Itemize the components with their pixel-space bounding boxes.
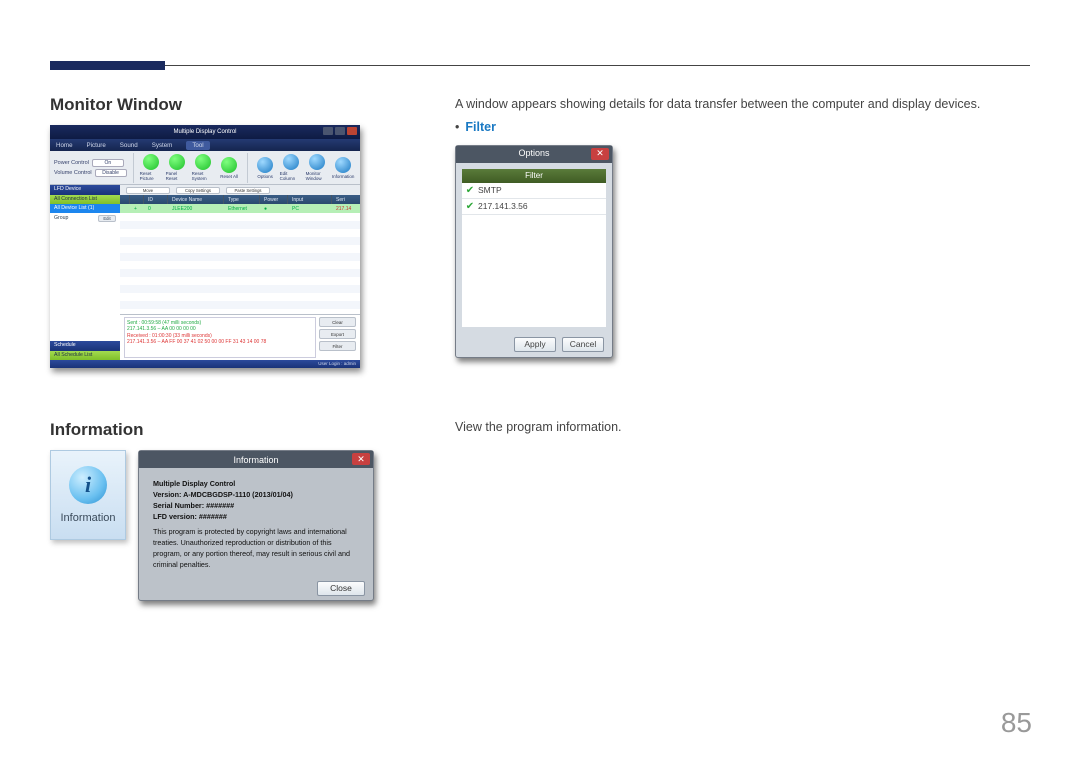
- filter-row[interactable]: ✔ SMTP: [462, 183, 606, 199]
- heading-monitor-window: Monitor Window: [50, 95, 410, 115]
- sidebar-all-connection[interactable]: All Connection List: [50, 195, 120, 204]
- mdc-menubar: Home Picture Sound System Tool: [50, 139, 360, 151]
- filter-bullet-label: Filter: [465, 120, 496, 134]
- tb-options[interactable]: Options: [254, 154, 277, 182]
- filter-bullet: •Filter: [455, 118, 1030, 137]
- mdc-toolbar: Power ControlOn Volume ControlDisable Re…: [50, 151, 360, 185]
- monitor-clear-button[interactable]: Clear: [319, 317, 356, 327]
- grid-copy-button[interactable]: Copy Settings: [176, 187, 220, 194]
- power-control-value[interactable]: On: [92, 159, 124, 167]
- info-serial: Serial Number: #######: [153, 501, 234, 510]
- table-row[interactable]: +0 JLEE200Ethernet● PC217.14: [120, 204, 360, 213]
- grid-move-button[interactable]: Move: [126, 187, 170, 194]
- mdc-title: Multiple Display Control: [173, 129, 236, 135]
- information-dialog: Information ✕ Multiple Display Control V…: [138, 450, 374, 601]
- filter-row[interactable]: ✔ 217.141.3.56: [462, 199, 606, 215]
- close-icon[interactable]: ✕: [591, 148, 609, 160]
- tb-reset-picture[interactable]: Reset Picture: [140, 154, 163, 182]
- page-number: 85: [1001, 707, 1032, 739]
- mdc-window: Multiple Display Control Home Picture So…: [50, 125, 360, 368]
- status-bar: User Login : admin: [50, 360, 360, 368]
- tb-panel-reset[interactable]: Panel Reset: [166, 154, 189, 182]
- sidebar-group-label: Group: [54, 215, 68, 221]
- info-version: Version: A-MDCBGDSP-1110 (2013/01/04): [153, 490, 293, 499]
- tb-reset-system[interactable]: Reset System: [192, 154, 215, 182]
- information-description: View the program information.: [455, 420, 1030, 434]
- minimize-button[interactable]: [323, 127, 333, 135]
- page-header-rule: [50, 65, 1030, 66]
- close-button[interactable]: Close: [317, 581, 365, 596]
- options-dialog: Options ✕ Filter ✔ SMTP ✔ 217.141.3.56 A…: [455, 145, 613, 358]
- tab-sound[interactable]: Sound: [120, 142, 138, 149]
- options-title: Options: [518, 147, 549, 161]
- sidebar-edit-button[interactable]: Edit: [98, 215, 116, 222]
- info-product: Multiple Display Control: [153, 479, 235, 488]
- info-legal: This program is protected by copyright l…: [153, 526, 361, 571]
- heading-information: Information: [50, 420, 410, 440]
- information-tile-label: Information: [60, 512, 115, 524]
- sidebar-all-device[interactable]: All Device List (1): [50, 204, 120, 213]
- monitor-export-button[interactable]: Export: [319, 329, 356, 339]
- close-button[interactable]: [347, 127, 357, 135]
- tab-home[interactable]: Home: [56, 142, 73, 149]
- power-control-label: Power Control: [54, 160, 89, 166]
- device-grid: Move Copy Settings Paste Settings ID Dev…: [120, 185, 360, 360]
- options-titlebar: Options ✕: [456, 146, 612, 163]
- info-lfd: LFD version: #######: [153, 512, 227, 521]
- check-icon[interactable]: ✔: [462, 199, 478, 214]
- tab-picture[interactable]: Picture: [87, 142, 106, 149]
- close-icon[interactable]: ✕: [352, 453, 370, 465]
- volume-control-value[interactable]: Disable: [95, 169, 127, 177]
- filter-column-header: Filter: [462, 169, 606, 183]
- information-titlebar: Information ✕: [139, 451, 373, 468]
- information-title: Information: [233, 455, 278, 465]
- tb-monitor-window[interactable]: Monitor Window: [306, 154, 329, 182]
- tb-reset-all[interactable]: Reset All: [218, 154, 241, 182]
- monitor-log: Sent : 00:59:58 (47 milli seconds) 217.1…: [124, 317, 316, 358]
- tb-edit-column[interactable]: Edit Column: [280, 154, 303, 182]
- check-icon[interactable]: ✔: [462, 183, 478, 198]
- information-tile[interactable]: i Information: [50, 450, 126, 540]
- mdc-titlebar: Multiple Display Control: [50, 125, 360, 139]
- sidebar-lfd-device[interactable]: LFD Device: [50, 185, 120, 195]
- grid-header: ID Device NameTypePower InputSeri: [120, 195, 360, 204]
- grid-paste-button[interactable]: Paste Settings: [226, 187, 270, 194]
- volume-control-label: Volume Control: [54, 170, 92, 176]
- sidebar-schedule[interactable]: Schedule: [50, 341, 120, 351]
- monitor-filter-button[interactable]: Filter: [319, 341, 356, 351]
- information-icon: i: [69, 466, 107, 504]
- sidebar-group-row: Group Edit: [50, 213, 120, 223]
- monitor-window-description: A window appears showing details for dat…: [455, 95, 1030, 114]
- tab-system[interactable]: System: [152, 142, 173, 149]
- tb-information[interactable]: Information: [332, 154, 355, 182]
- tab-tool[interactable]: Tool: [186, 141, 209, 150]
- cancel-button[interactable]: Cancel: [562, 337, 604, 352]
- maximize-button[interactable]: [335, 127, 345, 135]
- apply-button[interactable]: Apply: [514, 337, 556, 352]
- sidebar: LFD Device All Connection List All Devic…: [50, 185, 120, 360]
- sidebar-all-schedule[interactable]: All Schedule List: [50, 351, 120, 360]
